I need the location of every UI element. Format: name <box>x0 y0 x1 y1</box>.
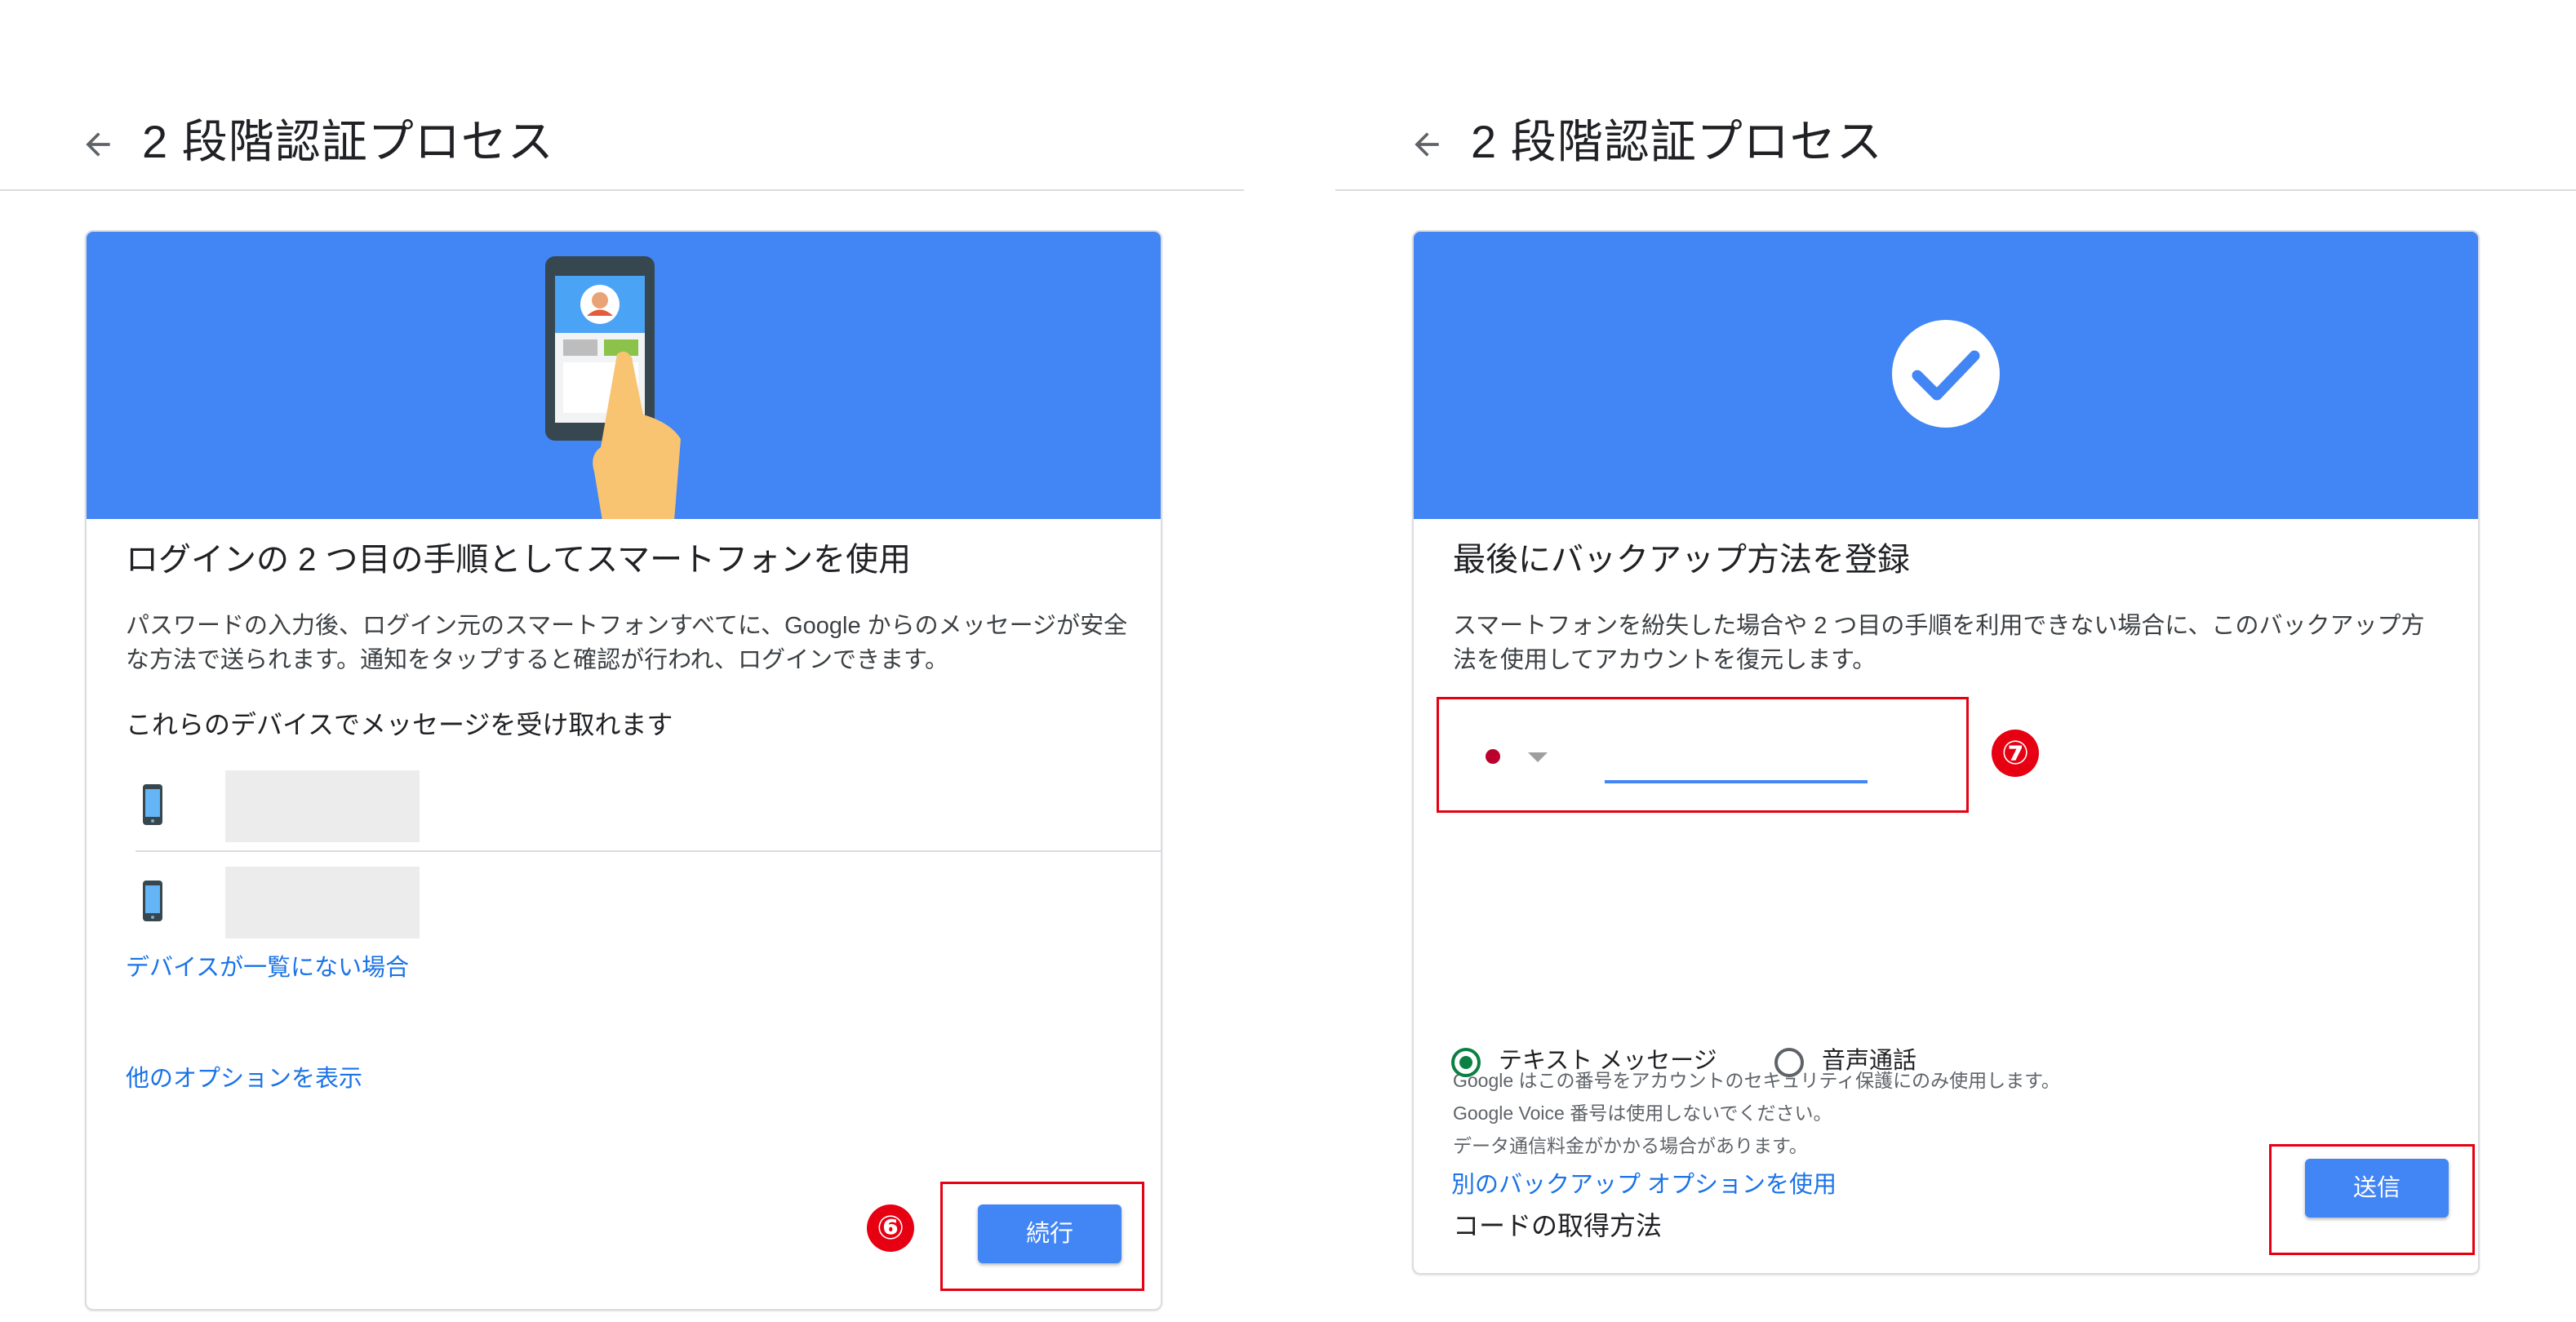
radio-label-voice-call[interactable]: 音声通話 <box>1822 1045 1916 1077</box>
step-number-badge: ⑦ <box>1992 730 2039 777</box>
page-title: 2 段階認証プロセス <box>142 116 554 167</box>
devices-heading: これらのデバイスでメッセージを受け取れます <box>126 710 673 739</box>
page-title: 2 段階認証プロセス <box>1471 116 1883 167</box>
back-arrow-icon[interactable] <box>80 126 116 162</box>
annotation-highlight-box <box>940 1182 1144 1291</box>
note-line: データ通信料金がかかる場合があります。 <box>1453 1135 1808 1156</box>
card-title: 最後にバックアップ方法を登録 <box>1453 542 1910 578</box>
step6-panel: 2 段階認証プロセス ログインの 2 つ目の手順としてスマートフォンを使用 パス… <box>0 0 1244 1322</box>
device-missing-link[interactable]: デバイスが一覧にない場合 <box>126 952 409 984</box>
back-arrow-icon[interactable] <box>1409 126 1445 162</box>
more-options-link[interactable]: 他のオプションを表示 <box>126 1062 362 1095</box>
device-name-placeholder <box>225 770 420 842</box>
smartphone-icon <box>142 783 163 830</box>
card-title: ログインの 2 つ目の手順としてスマートフォンを使用 <box>126 542 912 578</box>
hero-banner <box>87 232 1161 521</box>
step7-panel: 2 段階認証プロセス 最後にバックアップ方法を登録 スマートフォンを紛失した場合… <box>1335 0 2576 1322</box>
device-list-item <box>135 767 1161 845</box>
step-number-badge: ⑥ <box>867 1204 914 1252</box>
annotation-highlight-box <box>1437 697 1969 813</box>
hero-banner <box>1414 232 2478 519</box>
radio-voice-call[interactable] <box>1774 1048 1804 1077</box>
card-description: スマートフォンを紛失した場合や 2 つ目の手順を利用できない場合に、このバックア… <box>1453 613 2425 673</box>
note-line: Google Voice 番号は使用しないでください。 <box>1453 1102 1832 1124</box>
other-backup-option-link[interactable]: 別のバックアップ オプションを使用 <box>1451 1169 1837 1201</box>
phone-tap-illustration <box>545 256 681 521</box>
device-list-item <box>135 863 1161 942</box>
device-name-placeholder <box>225 867 420 938</box>
radio-label-text-message[interactable]: テキスト メッセージ <box>1499 1045 1717 1077</box>
annotation-highlight-box <box>2269 1144 2475 1255</box>
code-method-heading: コードの取得方法 <box>1453 1211 1663 1240</box>
check-circle-icon <box>1892 320 2000 428</box>
radio-text-message[interactable] <box>1451 1048 1481 1077</box>
smartphone-icon <box>142 880 163 926</box>
card-description: パスワードの入力後、ログイン元のスマートフォンすべてに、Google からのメッ… <box>126 613 1128 673</box>
phone-prompt-card: ログインの 2 つ目の手順としてスマートフォンを使用 パスワードの入力後、ログイ… <box>85 230 1162 1311</box>
divider <box>135 850 1161 852</box>
